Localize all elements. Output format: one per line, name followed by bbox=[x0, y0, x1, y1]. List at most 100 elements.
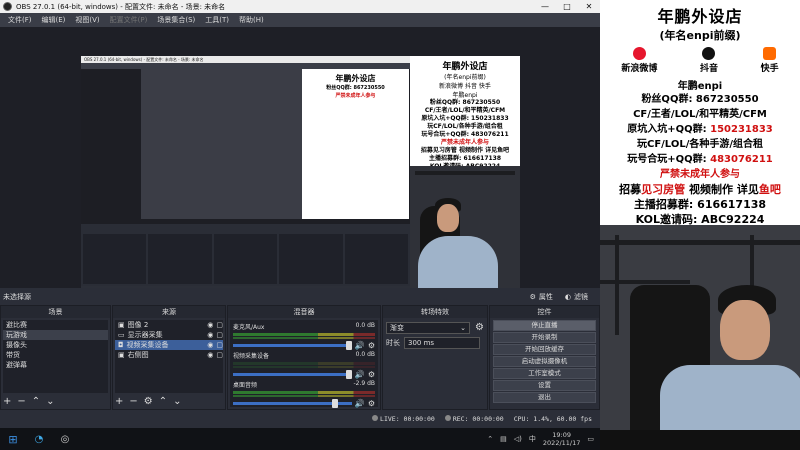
chevron-up-icon[interactable]: ⌃ bbox=[487, 435, 493, 443]
remove-source-button[interactable]: − bbox=[129, 396, 137, 407]
menu-profile[interactable]: 配置文件(P) bbox=[105, 15, 153, 25]
channel-name: 麦克风/Aux bbox=[233, 324, 265, 331]
move-up-button[interactable]: ⌃ bbox=[159, 396, 167, 407]
scene-item[interactable]: 避弹幕 bbox=[3, 360, 108, 370]
remove-scene-button[interactable]: − bbox=[17, 396, 25, 407]
recruit-part: 鱼吧 bbox=[758, 183, 781, 196]
eye-icon[interactable]: ◉ bbox=[207, 350, 213, 360]
obs-status-bar: LIVE: 00:00:00 REC: 00:00:00 CPU: 1.4%, … bbox=[0, 410, 600, 428]
source-item[interactable]: ▣ 图像 2 ◉ ▢ bbox=[115, 320, 223, 330]
move-down-button[interactable]: ⌄ bbox=[46, 396, 54, 407]
inner-line: CF/王者/LOL/和平精英/CFM bbox=[424, 107, 506, 114]
menu-edit[interactable]: 编辑(E) bbox=[37, 15, 71, 25]
slider-handle[interactable] bbox=[331, 399, 338, 408]
add-scene-button[interactable]: + bbox=[3, 396, 11, 407]
channel-db: -2.9 dB bbox=[353, 380, 375, 387]
menu-tools[interactable]: 工具(T) bbox=[200, 15, 234, 25]
gear-icon: ⚙ bbox=[529, 292, 536, 301]
minimize-button[interactable]: — bbox=[534, 2, 556, 11]
live-dot-icon bbox=[372, 415, 379, 421]
live-status: LIVE: 00:00:00 bbox=[372, 415, 435, 423]
inner-line: 主播招募群: 616617138 bbox=[428, 155, 502, 162]
source-toolbar: 未选择源 ⚙ 属性 ◐ 滤镜 bbox=[0, 288, 600, 305]
preview-canvas[interactable]: OBS 27.0.1 (64-bit, windows) - 配置文件: 未命名… bbox=[81, 56, 520, 303]
source-item[interactable]: ▣ 右侧图 ◉ ▢ bbox=[115, 350, 223, 360]
source-item[interactable]: ▭ 显示器采集 ◉ ▢ bbox=[115, 330, 223, 340]
inner-social: 抖音 bbox=[464, 83, 477, 90]
gear-icon[interactable]: ⚙ bbox=[475, 322, 484, 333]
mixer-channel: 桌面音频 -2.9 dB 🔊 ⚙ bbox=[230, 378, 378, 408]
mixer-dock-title: 混音器 bbox=[228, 306, 380, 318]
nested-banner-title: 年鹏外设店 bbox=[335, 74, 376, 83]
shop-banner: 年鹏外设店 (年名enpi前缀) 新浪微博 抖音 快手 年鹏enpi 粉丝QQ群… bbox=[600, 0, 800, 226]
scene-item[interactable]: 玩游戏 bbox=[3, 330, 108, 340]
clock-time: 19:09 bbox=[552, 431, 571, 439]
volume-slider[interactable] bbox=[233, 399, 352, 408]
gear-icon[interactable]: ⚙ bbox=[144, 396, 153, 407]
edge-icon[interactable]: ◔ bbox=[26, 428, 52, 450]
close-button[interactable]: ✕ bbox=[578, 2, 600, 11]
volume-slider[interactable] bbox=[233, 370, 352, 379]
menu-scene-collection[interactable]: 场景集合(S) bbox=[152, 15, 200, 25]
volume-meter bbox=[233, 366, 375, 368]
eye-icon[interactable]: ◉ bbox=[207, 320, 213, 330]
clock[interactable]: 19:09 2022/11/17 bbox=[543, 431, 580, 447]
games-line: CF/王者/LOL/和平精英/CFM bbox=[633, 109, 767, 120]
properties-button[interactable]: ⚙ 属性 bbox=[530, 292, 553, 302]
eye-icon[interactable]: ◉ bbox=[207, 330, 213, 340]
scene-item[interactable]: 摄像头 bbox=[3, 340, 108, 350]
start-replay-buffer-button[interactable]: 开始回放缓存 bbox=[493, 344, 596, 355]
source-item[interactable]: ◘ 视频采集设备 ◉ ▢ bbox=[115, 340, 223, 350]
nested-preview: 年鹏外设店 粉丝QQ群: 867230550 严禁未成年人参与 bbox=[81, 69, 410, 224]
volume-meter bbox=[233, 337, 375, 339]
stop-streaming-button[interactable]: 停止直播 bbox=[493, 320, 596, 331]
windows-taskbar: ⊞ ◔ ◎ ⌃ ▤ ◁) 中 19:09 2022/11/17 ▭ bbox=[0, 428, 600, 450]
notification-icon[interactable]: ▭ bbox=[587, 435, 594, 443]
start-virtual-camera-button[interactable]: 启动虚拟摄像机 bbox=[493, 356, 596, 367]
eye-icon[interactable]: ◉ bbox=[207, 340, 213, 350]
preview-area[interactable]: OBS 27.0.1 (64-bit, windows) - 配置文件: 未命名… bbox=[0, 27, 600, 303]
menu-file[interactable]: 文件(F) bbox=[3, 15, 37, 25]
menu-help[interactable]: 帮助(H) bbox=[234, 15, 269, 25]
add-source-button[interactable]: + bbox=[115, 396, 123, 407]
ime-indicator[interactable]: 中 bbox=[529, 434, 536, 444]
network-icon[interactable]: ▤ bbox=[500, 435, 507, 443]
group1-line: 原坑入坑+QQ群: 150231833 bbox=[600, 122, 800, 137]
windows-start-icon[interactable]: ⊞ bbox=[0, 428, 26, 450]
image-icon: ▣ bbox=[118, 351, 125, 359]
inner-line: 粉丝QQ群: 867230550 bbox=[429, 99, 501, 106]
volume-icon[interactable]: ◁) bbox=[514, 435, 522, 443]
menu-view[interactable]: 视图(V) bbox=[70, 15, 104, 25]
studio-mode-button[interactable]: 工作室模式 bbox=[493, 368, 596, 379]
volume-slider[interactable] bbox=[233, 341, 352, 350]
kuaishou-link: 快手 bbox=[761, 47, 779, 74]
exit-button[interactable]: 退出 bbox=[493, 392, 596, 403]
douyin-label: 抖音 bbox=[699, 64, 718, 74]
scene-item[interactable]: 带货 bbox=[3, 350, 108, 360]
stream-output: 年鹏外设店 (年名enpi前缀) 新浪微博 抖音 快手 年鹏enpi 粉丝QQ群… bbox=[600, 0, 800, 450]
handle: 年鹏enpi bbox=[677, 81, 723, 92]
duration-input[interactable]: 300 ms bbox=[404, 337, 480, 349]
transition-select[interactable]: 渐变 ⌄ bbox=[386, 322, 470, 334]
lock-icon[interactable]: ▢ bbox=[216, 330, 223, 340]
gear-icon[interactable]: ⚙ bbox=[368, 399, 375, 408]
lock-icon[interactable]: ▢ bbox=[216, 320, 223, 330]
live-time: LIVE: 00:00:00 bbox=[380, 415, 435, 423]
obs-taskbar-icon[interactable]: ◎ bbox=[52, 428, 78, 450]
lock-icon[interactable]: ▢ bbox=[216, 340, 223, 350]
scenes-dock: 场景 避比赛 玩游戏 摄像头 带货 避弹幕 + − ⌃ ⌄ bbox=[0, 305, 111, 410]
streamer-group-line: 主播招募群: 616617138 bbox=[633, 198, 767, 211]
move-down-button[interactable]: ⌄ bbox=[173, 396, 181, 407]
start-recording-button[interactable]: 开始录制 bbox=[493, 332, 596, 343]
speaker-icon[interactable]: 🔊 bbox=[355, 399, 365, 408]
settings-button[interactable]: 设置 bbox=[493, 380, 596, 391]
lock-icon[interactable]: ▢ bbox=[216, 350, 223, 360]
scene-item[interactable]: 避比赛 bbox=[3, 320, 108, 330]
nested-banner: 年鹏外设店 粉丝QQ群: 867230550 严禁未成年人参与 bbox=[302, 69, 409, 219]
window-title: OBS 27.0.1 (64-bit, windows) - 配置文件: 未命名… bbox=[16, 2, 226, 11]
filters-button[interactable]: ◐ 滤镜 bbox=[565, 292, 588, 302]
group2-label: 玩号合玩+QQ群: bbox=[627, 154, 711, 165]
move-up-button[interactable]: ⌃ bbox=[32, 396, 40, 407]
source-name: 视频采集设备 bbox=[126, 341, 169, 349]
maximize-button[interactable]: □ bbox=[556, 2, 578, 11]
